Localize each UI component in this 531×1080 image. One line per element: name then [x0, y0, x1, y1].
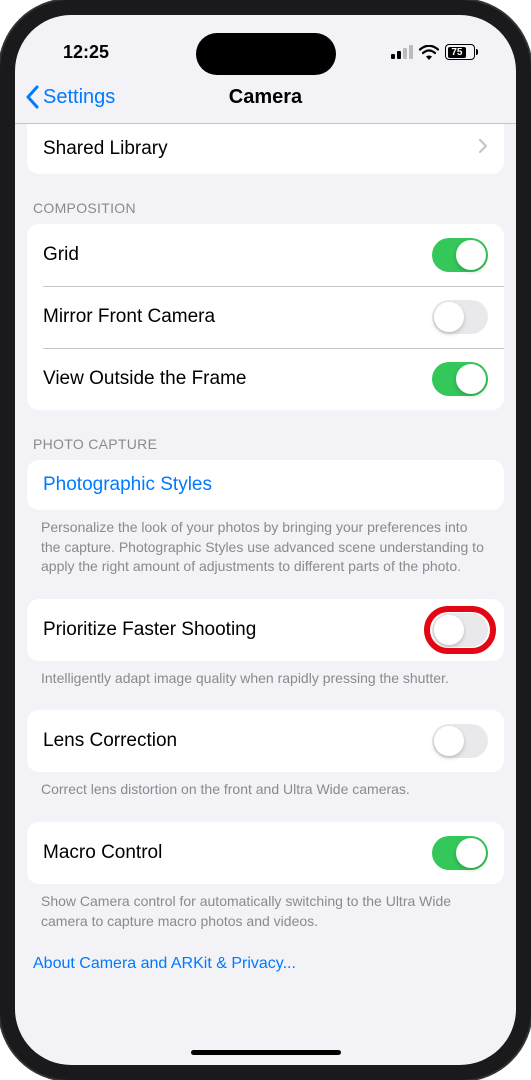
prioritize-faster-footer: Intelligently adapt image quality when r… [15, 661, 516, 689]
view-outside-label: View Outside the Frame [43, 368, 246, 390]
shared-library-row[interactable]: Shared Library [27, 124, 504, 174]
grid-row[interactable]: Grid [27, 224, 504, 286]
mirror-front-row[interactable]: Mirror Front Camera [27, 286, 504, 348]
lens-correction-row[interactable]: Lens Correction [27, 710, 504, 772]
back-button[interactable]: Settings [25, 85, 115, 109]
lens-correction-label: Lens Correction [43, 730, 177, 752]
photographic-styles-row[interactable]: Photographic Styles [27, 460, 504, 510]
macro-control-row[interactable]: Macro Control [27, 822, 504, 884]
back-label: Settings [43, 86, 115, 109]
macro-control-footer: Show Camera control for automatically sw… [15, 884, 516, 931]
prioritize-faster-label: Prioritize Faster Shooting [43, 619, 256, 641]
phone-screen: 12:25 75 Settings [15, 15, 516, 1065]
view-outside-row[interactable]: View Outside the Frame [27, 348, 504, 410]
phone-frame: 12:25 75 Settings [0, 0, 531, 1080]
prioritize-faster-row[interactable]: Prioritize Faster Shooting [27, 599, 504, 661]
photographic-styles-footer: Personalize the look of your photos by b… [15, 510, 516, 577]
wifi-icon [419, 45, 439, 60]
macro-control-toggle[interactable] [432, 836, 488, 870]
photo-capture-header: PHOTO CAPTURE [15, 410, 516, 460]
home-indicator[interactable] [191, 1050, 341, 1055]
view-outside-toggle[interactable] [432, 362, 488, 396]
macro-control-label: Macro Control [43, 842, 162, 864]
lens-correction-toggle[interactable] [432, 724, 488, 758]
prioritize-faster-toggle[interactable] [432, 613, 488, 647]
grid-toggle[interactable] [432, 238, 488, 272]
chevron-right-icon [478, 138, 488, 160]
battery-icon: 75 [445, 44, 478, 60]
lens-correction-footer: Correct lens distortion on the front and… [15, 772, 516, 800]
photographic-styles-label: Photographic Styles [43, 474, 212, 496]
cellular-signal-icon [391, 45, 413, 59]
mirror-front-label: Mirror Front Camera [43, 306, 215, 328]
nav-bar: Settings Camera [15, 71, 516, 124]
dynamic-island [196, 33, 336, 75]
grid-label: Grid [43, 244, 79, 266]
battery-percent: 75 [448, 47, 467, 58]
status-time: 12:25 [63, 42, 109, 63]
mirror-front-toggle[interactable] [432, 300, 488, 334]
shared-library-label: Shared Library [43, 138, 168, 160]
page-title: Camera [229, 86, 302, 109]
content-scroll[interactable]: Shared Library COMPOSITION Grid Mirror F… [15, 124, 516, 1059]
composition-header: COMPOSITION [15, 174, 516, 224]
about-privacy-link[interactable]: About Camera and ARKit & Privacy... [15, 931, 516, 1003]
